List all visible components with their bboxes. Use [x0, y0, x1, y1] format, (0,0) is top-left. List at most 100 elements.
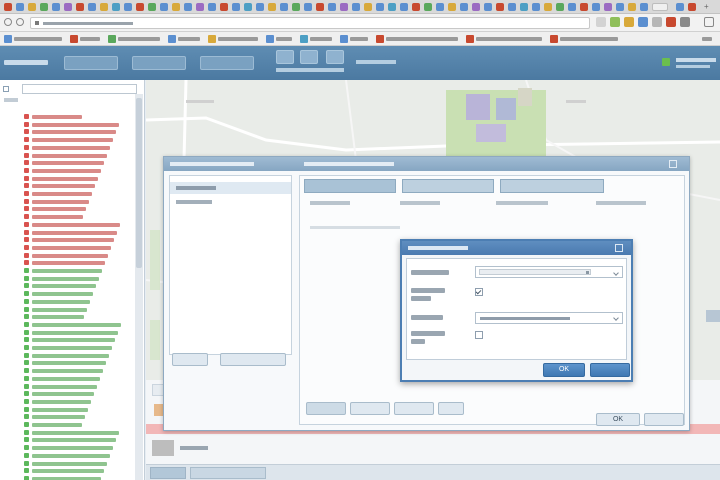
browser-tab-favicon[interactable] — [616, 3, 624, 11]
tree-item[interactable] — [24, 167, 134, 174]
browser-tab-favicon[interactable] — [256, 3, 264, 11]
selected-object-chip[interactable] — [479, 269, 591, 275]
tree-item[interactable] — [24, 321, 134, 328]
header-tool-icon[interactable] — [300, 50, 318, 64]
bookmark-item[interactable] — [550, 35, 620, 43]
browser-tab-favicon[interactable] — [544, 3, 552, 11]
header-button[interactable] — [200, 56, 254, 70]
tree-item[interactable] — [24, 368, 134, 374]
browser-tab-favicon[interactable] — [292, 3, 300, 11]
address-bar[interactable] — [30, 17, 590, 29]
bookmark-item[interactable] — [70, 35, 102, 43]
browser-tab-favicon[interactable] — [568, 3, 576, 11]
close-icon[interactable] — [669, 160, 677, 168]
bookmark-item[interactable] — [108, 35, 162, 43]
tree-item[interactable] — [24, 298, 134, 305]
browser-tab-favicon[interactable] — [304, 3, 312, 11]
browser-tab-favicon[interactable] — [688, 3, 696, 11]
thumbnail-image[interactable] — [152, 440, 174, 456]
browser-tab-favicon[interactable] — [676, 3, 684, 11]
bookmark-item[interactable] — [208, 35, 260, 43]
tree-item[interactable] — [24, 260, 134, 266]
browser-tab-favicon[interactable] — [280, 3, 288, 11]
browser-tab-favicon[interactable] — [124, 3, 132, 11]
checkbox-checked[interactable] — [475, 288, 483, 296]
tree-item[interactable] — [24, 383, 134, 390]
add-object-dialog-titlebar[interactable] — [402, 241, 631, 255]
header-button[interactable] — [132, 56, 186, 70]
tree-search-input[interactable] — [22, 84, 137, 94]
bookmark-item[interactable] — [376, 35, 460, 43]
extension-icon[interactable] — [652, 17, 662, 27]
content-tab[interactable] — [402, 179, 494, 193]
tree-item[interactable] — [24, 129, 134, 135]
reload-icon[interactable] — [16, 18, 24, 26]
back-icon[interactable] — [4, 18, 12, 26]
header-button[interactable] — [64, 56, 118, 70]
tree-item[interactable] — [24, 152, 134, 159]
content-footer-button[interactable] — [350, 402, 390, 415]
extension-icon[interactable] — [666, 17, 676, 27]
tree-item[interactable] — [24, 229, 134, 236]
tree-item[interactable] — [24, 275, 134, 282]
browser-tab-favicon[interactable] — [220, 3, 228, 11]
browser-tab-favicon[interactable] — [28, 3, 36, 11]
ok-button[interactable]: OK — [543, 363, 585, 377]
browser-tab-favicon[interactable] — [640, 3, 648, 11]
browser-tab-favicon[interactable] — [592, 3, 600, 11]
tree-item[interactable] — [24, 306, 134, 313]
tree-item[interactable] — [24, 352, 134, 359]
tree-item[interactable] — [24, 437, 134, 443]
bottom-tab[interactable] — [190, 467, 266, 479]
bookmarks-overflow-icon[interactable] — [700, 35, 716, 43]
browser-tab-favicon[interactable] — [16, 3, 24, 11]
browser-tab-favicon[interactable] — [40, 3, 48, 11]
cancel-button[interactable] — [644, 413, 684, 426]
tree-item[interactable] — [24, 406, 134, 413]
tree-item[interactable] — [24, 221, 134, 228]
tree-item[interactable] — [24, 283, 134, 289]
content-tab-active[interactable] — [304, 179, 396, 193]
star-icon[interactable] — [596, 17, 606, 27]
bookmark-item[interactable] — [4, 35, 64, 43]
browser-tab-favicon[interactable] — [460, 3, 468, 11]
browser-tab-favicon[interactable] — [136, 3, 144, 11]
bottom-tab[interactable] — [150, 467, 186, 479]
tree-item[interactable] — [24, 329, 134, 336]
column-header[interactable] — [496, 198, 566, 208]
extension-icon[interactable] — [638, 17, 648, 27]
tree-item[interactable] — [24, 137, 134, 143]
sidebar-add-button[interactable] — [172, 353, 208, 366]
bookmark-item[interactable] — [340, 35, 370, 43]
content-tab[interactable] — [500, 179, 604, 193]
header-tool-icon[interactable] — [326, 50, 344, 64]
chip-remove-icon[interactable] — [586, 271, 589, 274]
menu-icon[interactable] — [704, 17, 714, 27]
tree-item[interactable] — [24, 337, 134, 343]
tree-item[interactable] — [24, 191, 134, 197]
settings-dialog-titlebar[interactable] — [164, 157, 689, 171]
bookmark-item[interactable] — [168, 35, 202, 43]
browser-tab-favicon[interactable] — [484, 3, 492, 11]
browser-tab-favicon[interactable] — [580, 3, 588, 11]
browser-tab-favicon[interactable] — [412, 3, 420, 11]
active-browser-tab[interactable] — [652, 3, 668, 11]
browser-tab-favicon[interactable] — [100, 3, 108, 11]
browser-tab-favicon[interactable] — [388, 3, 396, 11]
type-select[interactable] — [475, 312, 623, 324]
tree-item[interactable] — [24, 244, 134, 251]
browser-tab-favicon[interactable] — [556, 3, 564, 11]
new-tab-icon[interactable]: + — [704, 3, 712, 11]
browser-tab-favicon[interactable] — [160, 3, 168, 11]
tree-item[interactable] — [24, 114, 134, 120]
tree-item[interactable] — [24, 183, 134, 189]
tree-item[interactable] — [24, 452, 134, 459]
tree-item[interactable] — [24, 345, 134, 351]
browser-tab-favicon[interactable] — [88, 3, 96, 11]
sidebar-remove-button[interactable] — [220, 353, 286, 366]
browser-tab-favicon[interactable] — [436, 3, 444, 11]
browser-tab-favicon[interactable] — [196, 3, 204, 11]
browser-tab-favicon[interactable] — [340, 3, 348, 11]
browser-tab-favicon[interactable] — [112, 3, 120, 11]
tree-item[interactable] — [24, 398, 134, 405]
